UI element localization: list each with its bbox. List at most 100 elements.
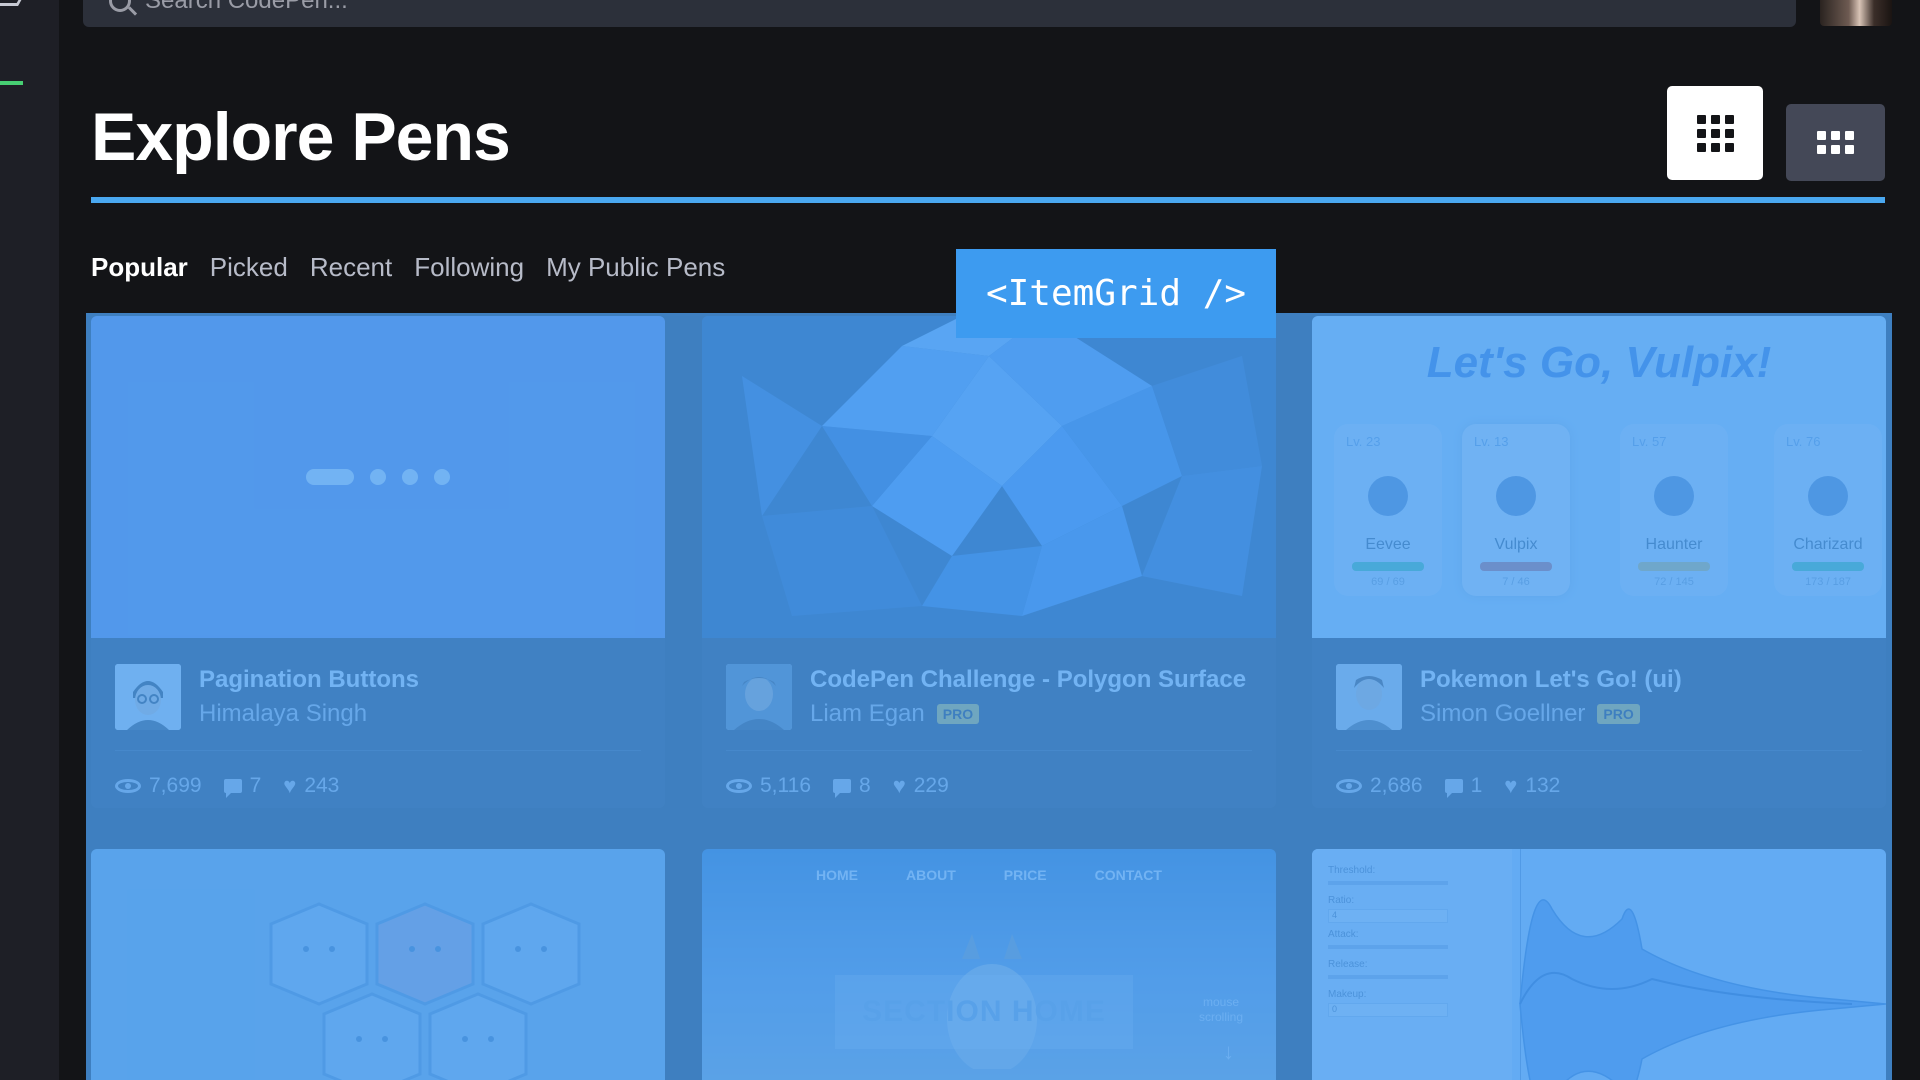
pen-preview[interactable]	[91, 316, 665, 638]
search-input[interactable]: Search CodePen...	[83, 0, 1796, 27]
pokemon-name: Haunter	[1645, 536, 1703, 553]
pokemon-name: Charizard	[1793, 536, 1863, 553]
likes-count: 132	[1525, 774, 1561, 797]
divider	[1336, 750, 1862, 751]
pen-title[interactable]: Pagination Buttons	[199, 666, 419, 694]
pokemon-sprite-icon	[1368, 476, 1408, 516]
pokemon-card-vulpix: Lv. 13 Vulpix 7 / 46	[1462, 424, 1570, 596]
attack-slider	[1328, 945, 1448, 949]
grid-dot	[1724, 114, 1734, 124]
pen-title[interactable]: CodePen Challenge - Polygon Surface	[810, 666, 1246, 694]
control-label: Release:	[1328, 959, 1368, 970]
pokemon-card-haunter: Lv. 57 Haunter 72 / 145	[1620, 424, 1728, 596]
comments-count: 7	[249, 774, 262, 797]
grid-dot	[1724, 142, 1734, 152]
grid-dot	[1845, 131, 1854, 140]
pokemon-hp-bar	[1638, 562, 1710, 571]
divider	[115, 750, 641, 751]
author-avatar[interactable]	[726, 664, 792, 730]
nav-link: PRICE	[1003, 867, 1047, 883]
likes-stat[interactable]: ♥ 229	[893, 774, 949, 798]
eye-icon	[726, 779, 752, 793]
vulpix-preview-title: Let's Go, Vulpix!	[1426, 338, 1772, 387]
pokemon-level: Lv. 76	[1786, 434, 1821, 449]
pokemon-hp-bar	[1352, 562, 1424, 571]
heart-icon: ♥	[283, 773, 297, 798]
tab-popular[interactable]: Popular	[91, 252, 188, 283]
views-count: 7,699	[149, 774, 202, 797]
arrow-down-icon: ↓	[1223, 1039, 1234, 1064]
views-stat: 7,699	[115, 774, 202, 798]
component-overlay-label: <ItemGrid />	[956, 249, 1276, 338]
pro-badge: PRO	[936, 704, 980, 724]
pen-preview[interactable]: Let's Go, Vulpix! Lv. 23 Eevee 69 / 69 L…	[1312, 316, 1886, 638]
nav-link: ABOUT	[906, 867, 956, 883]
comment-icon	[223, 779, 242, 798]
codepen-logo-icon[interactable]	[0, 0, 27, 6]
item-grid: Pagination Buttons Himalaya Singh 7,699 …	[86, 313, 1892, 1080]
cat-hexagons-art	[269, 902, 581, 1080]
author-name[interactable]: Himalaya Singh	[199, 700, 367, 728]
pen-card[interactable]: Pagination Buttons Himalaya Singh 7,699 …	[91, 316, 665, 808]
tab-following[interactable]: Following	[414, 252, 524, 283]
views-count: 2,686	[1370, 774, 1423, 797]
comments-count: 8	[859, 774, 871, 797]
tab-recent[interactable]: Recent	[310, 252, 392, 283]
author-avatar[interactable]	[115, 664, 181, 730]
grid-dot	[1710, 142, 1720, 152]
pokemon-level: Lv. 13	[1474, 434, 1509, 449]
pen-card[interactable]	[91, 849, 665, 1080]
comments-stat[interactable]: 8	[833, 774, 871, 798]
author-name-text: Liam Egan	[810, 700, 925, 727]
waveform-graph	[1519, 849, 1886, 1080]
author-avatar[interactable]	[1336, 664, 1402, 730]
grid-dot	[1696, 142, 1706, 152]
heart-icon: ♥	[892, 773, 906, 798]
pagination-dot	[402, 469, 418, 485]
pokemon-name: Eevee	[1365, 536, 1411, 553]
pokemon-hp: 173 / 187	[1805, 576, 1851, 588]
grid-dot	[1710, 128, 1720, 138]
views-stat: 2,686	[1336, 774, 1423, 798]
comments-stat[interactable]: 7	[223, 774, 262, 798]
pen-card[interactable]: HOME ABOUT PRICE CONTACT SECTION HOME mo…	[702, 849, 1276, 1080]
user-avatar[interactable]	[1820, 0, 1892, 26]
comments-stat[interactable]: 1	[1444, 774, 1482, 798]
author-name-text: Simon Goellner	[1420, 700, 1586, 727]
likes-stat[interactable]: ♥ 132	[1504, 774, 1560, 798]
pokemon-sprite-icon	[1808, 476, 1848, 516]
pen-card[interactable]: Let's Go, Vulpix! Lv. 23 Eevee 69 / 69 L…	[1312, 316, 1886, 808]
pokemon-hp: 69 / 69	[1371, 576, 1405, 588]
grid-dot	[1724, 128, 1734, 138]
pen-preview[interactable]	[702, 316, 1276, 638]
pen-preview[interactable]: Threshold: Ratio: 4 Attack: Release: Mak…	[1312, 849, 1886, 1080]
likes-stat[interactable]: ♥ 243	[283, 774, 339, 798]
comment-icon	[1444, 779, 1463, 798]
pokemon-hp: 7 / 46	[1502, 576, 1530, 588]
mouse-scrolling-hint: mouse scrolling	[1198, 995, 1243, 1024]
pen-preview[interactable]	[91, 849, 665, 1080]
likes-count: 229	[913, 774, 949, 797]
grid-dot	[1696, 128, 1706, 138]
grid-view-small-button[interactable]	[1786, 104, 1885, 181]
pen-title[interactable]: Pokemon Let's Go! (ui)	[1420, 666, 1682, 694]
eye-icon	[115, 779, 141, 793]
grid-view-large-button[interactable]	[1667, 86, 1763, 180]
pen-card[interactable]: CodePen Challenge - Polygon Surface Liam…	[702, 316, 1276, 808]
divider	[726, 750, 1252, 751]
author-name[interactable]: Simon Goellner PRO	[1420, 700, 1640, 728]
pokemon-hp-bar	[1480, 562, 1552, 571]
pen-card[interactable]: Threshold: Ratio: 4 Attack: Release: Mak…	[1312, 849, 1886, 1080]
pokemon-name: Vulpix	[1494, 536, 1538, 553]
nav-link: CONTACT	[1094, 867, 1162, 883]
tab-picked[interactable]: Picked	[210, 252, 288, 283]
tab-my-public-pens[interactable]: My Public Pens	[546, 252, 725, 283]
sidebar-accent-bar	[0, 81, 23, 85]
pen-preview[interactable]: HOME ABOUT PRICE CONTACT SECTION HOME mo…	[702, 849, 1276, 1080]
section-home-box: SECTION HOME	[835, 975, 1133, 1049]
control-label: Makeup:	[1328, 989, 1367, 1000]
pokemon-card-charizard: Lv. 76 Charizard 173 / 187	[1774, 424, 1882, 596]
search-icon	[109, 0, 131, 12]
author-name[interactable]: Liam Egan PRO	[810, 700, 980, 728]
sidebar	[0, 0, 59, 1080]
